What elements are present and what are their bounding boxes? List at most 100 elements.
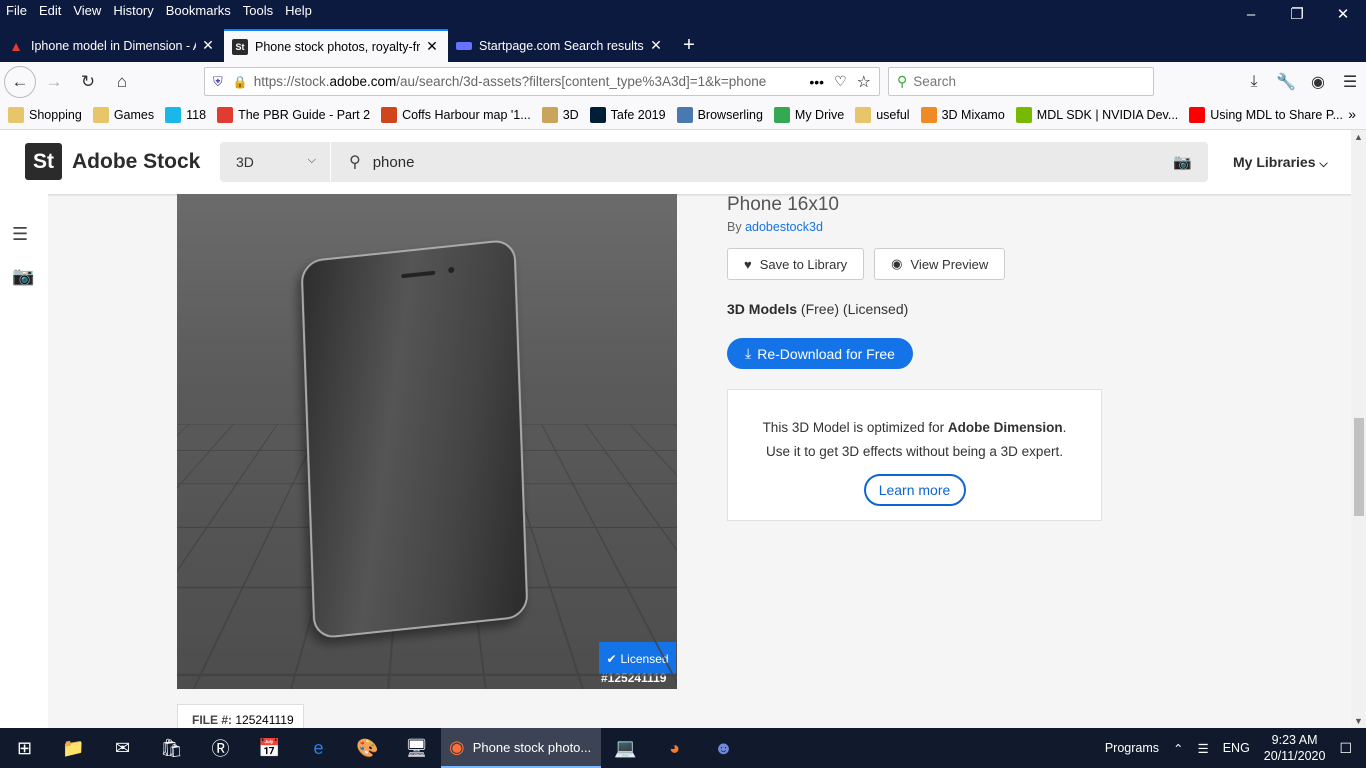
tracking-shield-icon[interactable]: ⛨ — [213, 74, 223, 90]
scroll-up-icon[interactable]: ▲ — [1354, 132, 1363, 142]
bookmark-item[interactable]: 3D — [541, 107, 579, 123]
restore-icon[interactable]: ❐ — [1274, 0, 1320, 28]
windows-start-icon[interactable]: ⊞ — [0, 728, 49, 768]
bookmark-item[interactable]: Browserling — [676, 107, 763, 123]
tab-dimension[interactable]: ▲ Iphone model in Dimension - A ✕ — [0, 29, 224, 62]
language-indicator[interactable]: ENG — [1223, 741, 1250, 755]
chevron-up-icon[interactable]: ⌃ — [1173, 741, 1183, 756]
author-link[interactable]: adobestock3d — [745, 220, 823, 234]
eye-icon: ◉ — [891, 256, 903, 271]
menu-view[interactable]: View — [67, 0, 107, 20]
tab-adobe-stock[interactable]: St Phone stock photos, royalty-fre ✕ — [224, 29, 448, 62]
bookmark-item[interactable]: Coffs Harbour map '1... — [381, 107, 531, 123]
hamburger-menu-icon[interactable]: ☰ — [1334, 67, 1366, 96]
menu-edit[interactable]: Edit — [33, 0, 67, 20]
close-tab-icon[interactable]: ✕ — [424, 38, 440, 55]
wrench-icon[interactable]: 🔧 — [1270, 67, 1302, 96]
notifications-icon[interactable]: ☐ — [1339, 740, 1352, 757]
paint-icon[interactable]: 🎨 — [343, 728, 392, 768]
save-to-library-button[interactable]: ♥ Save to Library — [727, 248, 865, 280]
programs-toolbar[interactable]: Programs — [1105, 741, 1159, 755]
view-preview-button[interactable]: ◉ View Preview — [874, 248, 1006, 280]
scrollbar-thumb[interactable] — [1354, 418, 1364, 516]
bookmark-item[interactable]: Shopping — [8, 107, 82, 123]
menu-tools[interactable]: Tools — [237, 0, 279, 20]
page-scrollbar[interactable]: ▲ ▼ — [1351, 130, 1366, 728]
discord-icon[interactable]: ☻ — [699, 728, 748, 768]
back-button[interactable]: ← — [4, 65, 36, 98]
vimeo-icon — [165, 107, 182, 123]
bookmark-item[interactable]: 118 — [165, 107, 206, 123]
my-libraries-button[interactable]: My Libraries ⌵ — [1233, 154, 1328, 171]
blender-icon[interactable]: ◕ — [650, 728, 699, 768]
adobe-icon: ▲ — [9, 37, 23, 54]
menu-bookmarks[interactable]: Bookmarks — [160, 0, 237, 20]
bookmark-item[interactable]: My Drive — [773, 107, 844, 123]
visual-search-camera-icon[interactable]: 📷 — [1173, 153, 1192, 171]
reload-button[interactable]: ↻ — [72, 66, 104, 98]
bookmark-label: Coffs Harbour map '1... — [402, 108, 531, 122]
category-select[interactable]: 3D ⌵ — [220, 142, 330, 182]
mail-icon[interactable]: ✉ — [98, 728, 147, 768]
url-bar[interactable]: ⛨ 🔒 https://stock.adobe.com/au/search/3d… — [204, 67, 880, 96]
bookmarks-overflow-icon[interactable]: » — [1348, 106, 1356, 122]
search-input[interactable] — [913, 74, 1114, 89]
forward-button[interactable]: → — [38, 66, 70, 98]
bookmark-item[interactable]: Using MDL to Share P... — [1189, 107, 1343, 123]
bookmark-item[interactable]: MDL SDK | NVIDIA Dev... — [1015, 107, 1178, 123]
wifi-icon[interactable]: ☰ — [1197, 741, 1208, 756]
menu-help[interactable]: Help — [279, 0, 318, 20]
bookmark-item[interactable]: useful — [855, 107, 910, 123]
clock[interactable]: 9:23 AM 20/11/2020 — [1264, 732, 1326, 764]
search-query[interactable]: phone — [373, 154, 415, 171]
scroll-down-icon[interactable]: ▼ — [1354, 716, 1363, 726]
calendar-icon[interactable]: 📅 — [245, 728, 294, 768]
lock-icon[interactable]: 🔒 — [233, 75, 248, 89]
menu-history[interactable]: History — [107, 0, 159, 20]
stock-search-field[interactable]: ⚲ phone 📷 — [331, 142, 1208, 182]
camera-icon[interactable]: 📷 — [12, 266, 34, 287]
menu-bar: File Edit View History Bookmarks Tools H… — [0, 0, 318, 20]
firefox-icon: ◉ — [449, 736, 465, 757]
license-info: 3D Models (Free) (Licensed) — [727, 301, 909, 317]
asset-actions: ♥ Save to Library ◉ View Preview — [727, 248, 1015, 280]
close-tab-icon[interactable]: ✕ — [200, 37, 216, 54]
browser-titlebar: File Edit View History Bookmarks Tools H… — [0, 0, 1366, 62]
unreal-engine-icon[interactable]: Ⓡ — [196, 728, 245, 768]
redownload-button[interactable]: ⤓ Re-Download for Free — [727, 338, 913, 369]
mixamo-icon — [920, 107, 937, 123]
bookmark-star-icon[interactable]: ☆ — [857, 72, 871, 92]
bookmark-label: 118 — [186, 108, 207, 122]
search-bar[interactable]: ⚲ — [888, 67, 1154, 96]
new-tab-button[interactable]: + — [672, 29, 706, 62]
account-icon[interactable]: ◉ — [1302, 67, 1334, 96]
asset-details: Phone 16x10 By adobestock3d ♥ Save to Lib… — [727, 194, 1015, 369]
home-button[interactable]: ⌂ — [106, 66, 138, 98]
stock-logo-name: Adobe Stock — [72, 149, 201, 173]
file-explorer-icon[interactable]: 📁 — [49, 728, 98, 768]
bookmark-item[interactable]: Tafe 2019 — [589, 107, 666, 123]
close-window-icon[interactable]: ✕ — [1320, 0, 1366, 28]
learn-more-button[interactable]: Learn more — [863, 474, 966, 506]
youtube-icon — [1189, 107, 1206, 123]
edge-icon[interactable]: e — [294, 728, 343, 768]
tab-startpage[interactable]: Startpage.com Search results ✕ — [448, 29, 672, 62]
bookmark-item[interactable]: The PBR Guide - Part 2 — [217, 107, 370, 123]
filters-icon[interactable]: ☰ — [12, 224, 28, 245]
store-icon[interactable]: 🛍 — [147, 728, 196, 768]
minimize-icon[interactable]: – — [1228, 0, 1274, 28]
bookmark-item[interactable]: Games — [92, 107, 154, 123]
control-panel-icon[interactable]: 💻 — [601, 728, 650, 768]
pocket-icon[interactable]: ♡ — [834, 73, 847, 90]
remote-desktop-icon[interactable]: 🖥 — [392, 728, 441, 768]
bookmark-item[interactable]: 3D Mixamo — [920, 107, 1005, 123]
url-text[interactable]: https://stock.adobe.com/au/search/3d-ass… — [254, 74, 800, 89]
close-tab-icon[interactable]: ✕ — [648, 37, 664, 54]
menu-file[interactable]: File — [0, 0, 33, 20]
download-icon[interactable]: ⤓ — [1238, 67, 1270, 96]
asset-preview-image[interactable] — [177, 194, 677, 689]
phone-3d-model — [300, 238, 529, 640]
taskbar-firefox[interactable]: ◉ Phone stock photo... — [441, 728, 601, 768]
adobe-stock-logo[interactable]: St Adobe Stock — [25, 143, 200, 180]
page-actions-icon[interactable]: ••• — [809, 74, 824, 90]
